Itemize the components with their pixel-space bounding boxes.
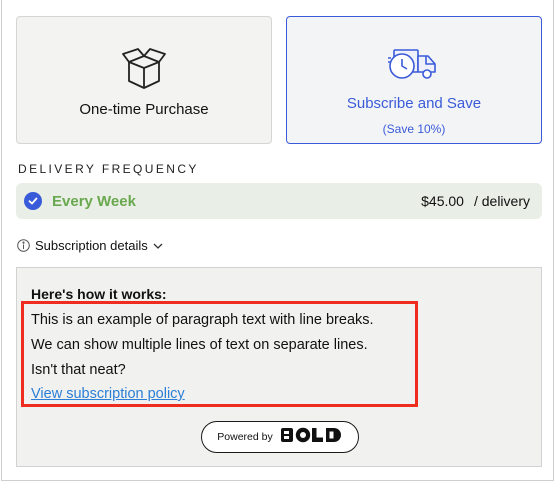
powered-by-bold-badge[interactable]: Powered by: [201, 421, 359, 453]
bold-logo: [280, 427, 343, 448]
paragraph-line-1: This is an example of paragraph text wit…: [31, 312, 374, 328]
powered-by-label: Powered by: [217, 431, 273, 443]
frequency-price: $45.00: [421, 193, 464, 209]
delivery-frequency-option-every-week[interactable]: Every Week $45.00 / delivery: [16, 183, 542, 219]
check-circle-icon: [24, 192, 42, 210]
info-icon: [17, 239, 30, 252]
subscription-widget: One-time Purchase Subscribe and Save (Sa…: [1, 0, 554, 481]
one-time-purchase-label: One-time Purchase: [79, 101, 209, 118]
delivery-frequency-heading: DELIVERY FREQUENCY: [18, 162, 199, 176]
paragraph-line-3: Isn't that neat?: [31, 362, 126, 378]
save-percent-label: (Save 10%): [382, 122, 446, 136]
subscription-details-label: Subscription details: [35, 238, 148, 253]
how-it-works-title: Here's how it works:: [31, 286, 167, 302]
frequency-unit: / delivery: [473, 193, 530, 209]
subscription-details-toggle[interactable]: Subscription details: [17, 238, 163, 253]
subscription-details-panel: Here's how it works: This is an example …: [16, 267, 542, 467]
subscribe-and-save-option[interactable]: Subscribe and Save (Save 10%): [286, 16, 542, 144]
one-time-purchase-option[interactable]: One-time Purchase: [16, 16, 272, 144]
paragraph-line-2: We can show multiple lines of text on se…: [31, 337, 368, 353]
view-subscription-policy-link[interactable]: View subscription policy: [31, 386, 185, 402]
open-box-icon: [119, 43, 169, 93]
subscribe-and-save-label: Subscribe and Save: [346, 95, 482, 112]
frequency-label: Every Week: [52, 192, 136, 210]
delivery-truck-clock-icon: [386, 35, 442, 93]
chevron-down-icon: [153, 243, 163, 249]
